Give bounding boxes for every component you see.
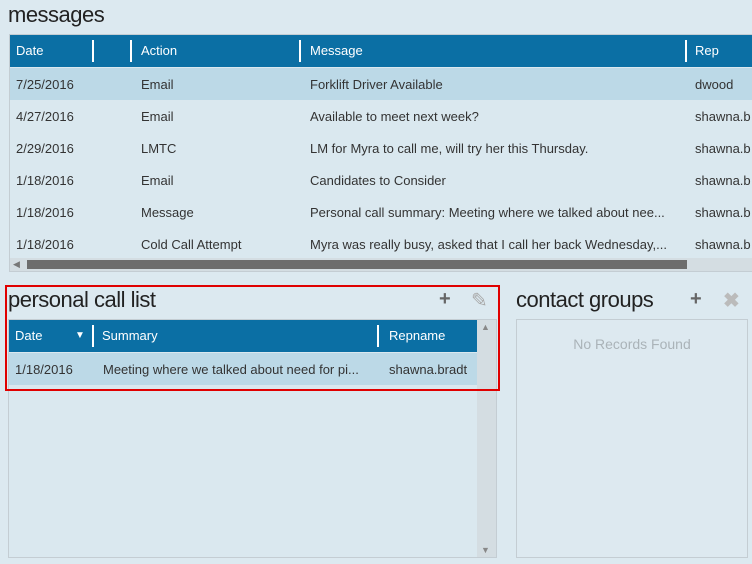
cell-date: 2/29/2016 xyxy=(16,141,74,156)
cell-rep: shawna.b xyxy=(695,173,751,188)
column-separator[interactable] xyxy=(299,40,301,62)
table-row[interactable]: 1/18/2016 Cold Call Attempt Myra was reall… xyxy=(10,228,752,260)
col-date[interactable]: Date xyxy=(16,43,43,58)
cell-date: 1/18/2016 xyxy=(16,205,74,220)
col-action[interactable]: Action xyxy=(141,43,177,58)
cell-rep: shawna.b xyxy=(695,109,751,124)
col-message[interactable]: Message xyxy=(310,43,363,58)
contact-groups-title: contact groups xyxy=(516,287,654,312)
column-separator[interactable] xyxy=(92,40,94,62)
messages-grid: Date Action Message Rep 7/25/2016 Email Fo… xyxy=(9,34,752,272)
scroll-down-icon[interactable]: ▼ xyxy=(481,545,490,555)
table-row[interactable]: 7/25/2016 Email Forklift Driver Available d… xyxy=(10,68,752,100)
cell-message: Personal call summary: Meeting where we … xyxy=(310,205,665,220)
cell-rep: shawna.b xyxy=(695,205,751,220)
cell-rep: dwood xyxy=(695,77,734,92)
table-row[interactable]: 4/27/2016 Email Available to meet next wee… xyxy=(10,100,752,132)
cell-message: Myra was really busy, asked that I call … xyxy=(310,237,667,252)
table-row[interactable]: 2/29/2016 LMTC LM for Myra to call me, wil… xyxy=(10,132,752,164)
horizontal-scrollbar[interactable]: ◀ xyxy=(10,258,752,271)
contact-groups-grid: No Records Found xyxy=(516,319,748,558)
highlight-box xyxy=(5,285,500,391)
col-rep[interactable]: Rep xyxy=(695,43,719,58)
table-row[interactable]: 1/18/2016 Email Candidates to Consider shaw… xyxy=(10,164,752,196)
cell-action: LMTC xyxy=(141,141,177,156)
cell-action: Email xyxy=(141,173,174,188)
close-icon[interactable]: ✖ xyxy=(723,288,740,313)
cell-action: Message xyxy=(141,205,194,220)
table-row[interactable]: 1/18/2016 Message Personal call summary: M… xyxy=(10,196,752,228)
cell-date: 1/18/2016 xyxy=(16,173,74,188)
column-separator[interactable] xyxy=(685,40,687,62)
column-separator[interactable] xyxy=(130,40,132,62)
scroll-left-icon[interactable]: ◀ xyxy=(13,259,20,270)
empty-message: No Records Found xyxy=(573,336,691,352)
cell-action: Email xyxy=(141,77,174,92)
cell-message: Available to meet next week? xyxy=(310,109,479,124)
cell-rep: shawna.b xyxy=(695,237,751,252)
messages-header: Date Action Message Rep xyxy=(10,35,752,67)
add-icon[interactable]: + xyxy=(690,288,702,311)
cell-message: Forklift Driver Available xyxy=(310,77,443,92)
cell-message: LM for Myra to call me, will try her thi… xyxy=(310,141,589,156)
cell-rep: shawna.b xyxy=(695,141,751,156)
cell-date: 4/27/2016 xyxy=(16,109,74,124)
cell-message: Candidates to Consider xyxy=(310,173,446,188)
cell-date: 7/25/2016 xyxy=(16,77,74,92)
scrollbar-thumb[interactable] xyxy=(27,260,687,269)
cell-date: 1/18/2016 xyxy=(16,237,74,252)
messages-title: messages xyxy=(8,2,105,27)
cell-action: Cold Call Attempt xyxy=(141,237,242,252)
cell-action: Email xyxy=(141,109,174,124)
